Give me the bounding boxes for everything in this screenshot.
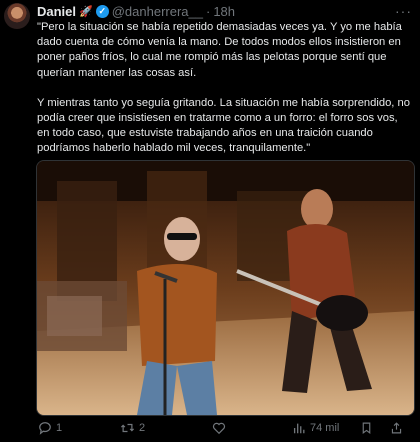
- views-icon: [293, 423, 305, 434]
- tweet-paragraph-1: "Pero la situación se había repetido dem…: [37, 21, 402, 79]
- verified-badge-icon: ✓: [95, 4, 109, 18]
- tweet-actions: 1 2 74 mil: [36, 418, 413, 438]
- tweet: Daniel 🚀 ✓ @danherrera__ · 18h ··· "Pero…: [0, 0, 420, 442]
- more-options-icon[interactable]: ···: [395, 3, 412, 19]
- retweet-icon: [120, 423, 135, 433]
- reply-button[interactable]: 1: [38, 418, 62, 438]
- share-icon: [391, 422, 402, 434]
- timestamp[interactable]: 18h: [213, 4, 235, 19]
- tweet-paragraph-2: Y mientras tanto yo seguía gritando. La …: [37, 96, 410, 155]
- heart-icon: [212, 422, 226, 435]
- rocket-emoji: 🚀: [79, 5, 93, 18]
- concert-photo-illustration: [37, 161, 414, 415]
- share-button[interactable]: [390, 418, 403, 438]
- views-count: 74 mil: [310, 422, 340, 434]
- bookmark-button[interactable]: [360, 418, 373, 438]
- reply-count: 1: [56, 422, 63, 434]
- bookmark-icon: [362, 422, 371, 435]
- tweet-photo[interactable]: [36, 160, 415, 416]
- tweet-header: Daniel 🚀 ✓ @danherrera__ · 18h: [37, 2, 235, 20]
- retweet-count: 2: [139, 422, 146, 434]
- author-handle[interactable]: @danherrera__: [112, 4, 203, 19]
- separator-dot: ·: [205, 3, 211, 19]
- avatar[interactable]: [4, 3, 30, 29]
- retweet-button[interactable]: 2: [120, 418, 145, 438]
- author-name[interactable]: Daniel: [37, 4, 76, 19]
- like-button[interactable]: [212, 418, 230, 438]
- reply-icon: [39, 422, 51, 435]
- views-button[interactable]: 74 mil: [292, 418, 339, 438]
- tweet-text: "Pero la situación se había repetido dem…: [37, 20, 413, 157]
